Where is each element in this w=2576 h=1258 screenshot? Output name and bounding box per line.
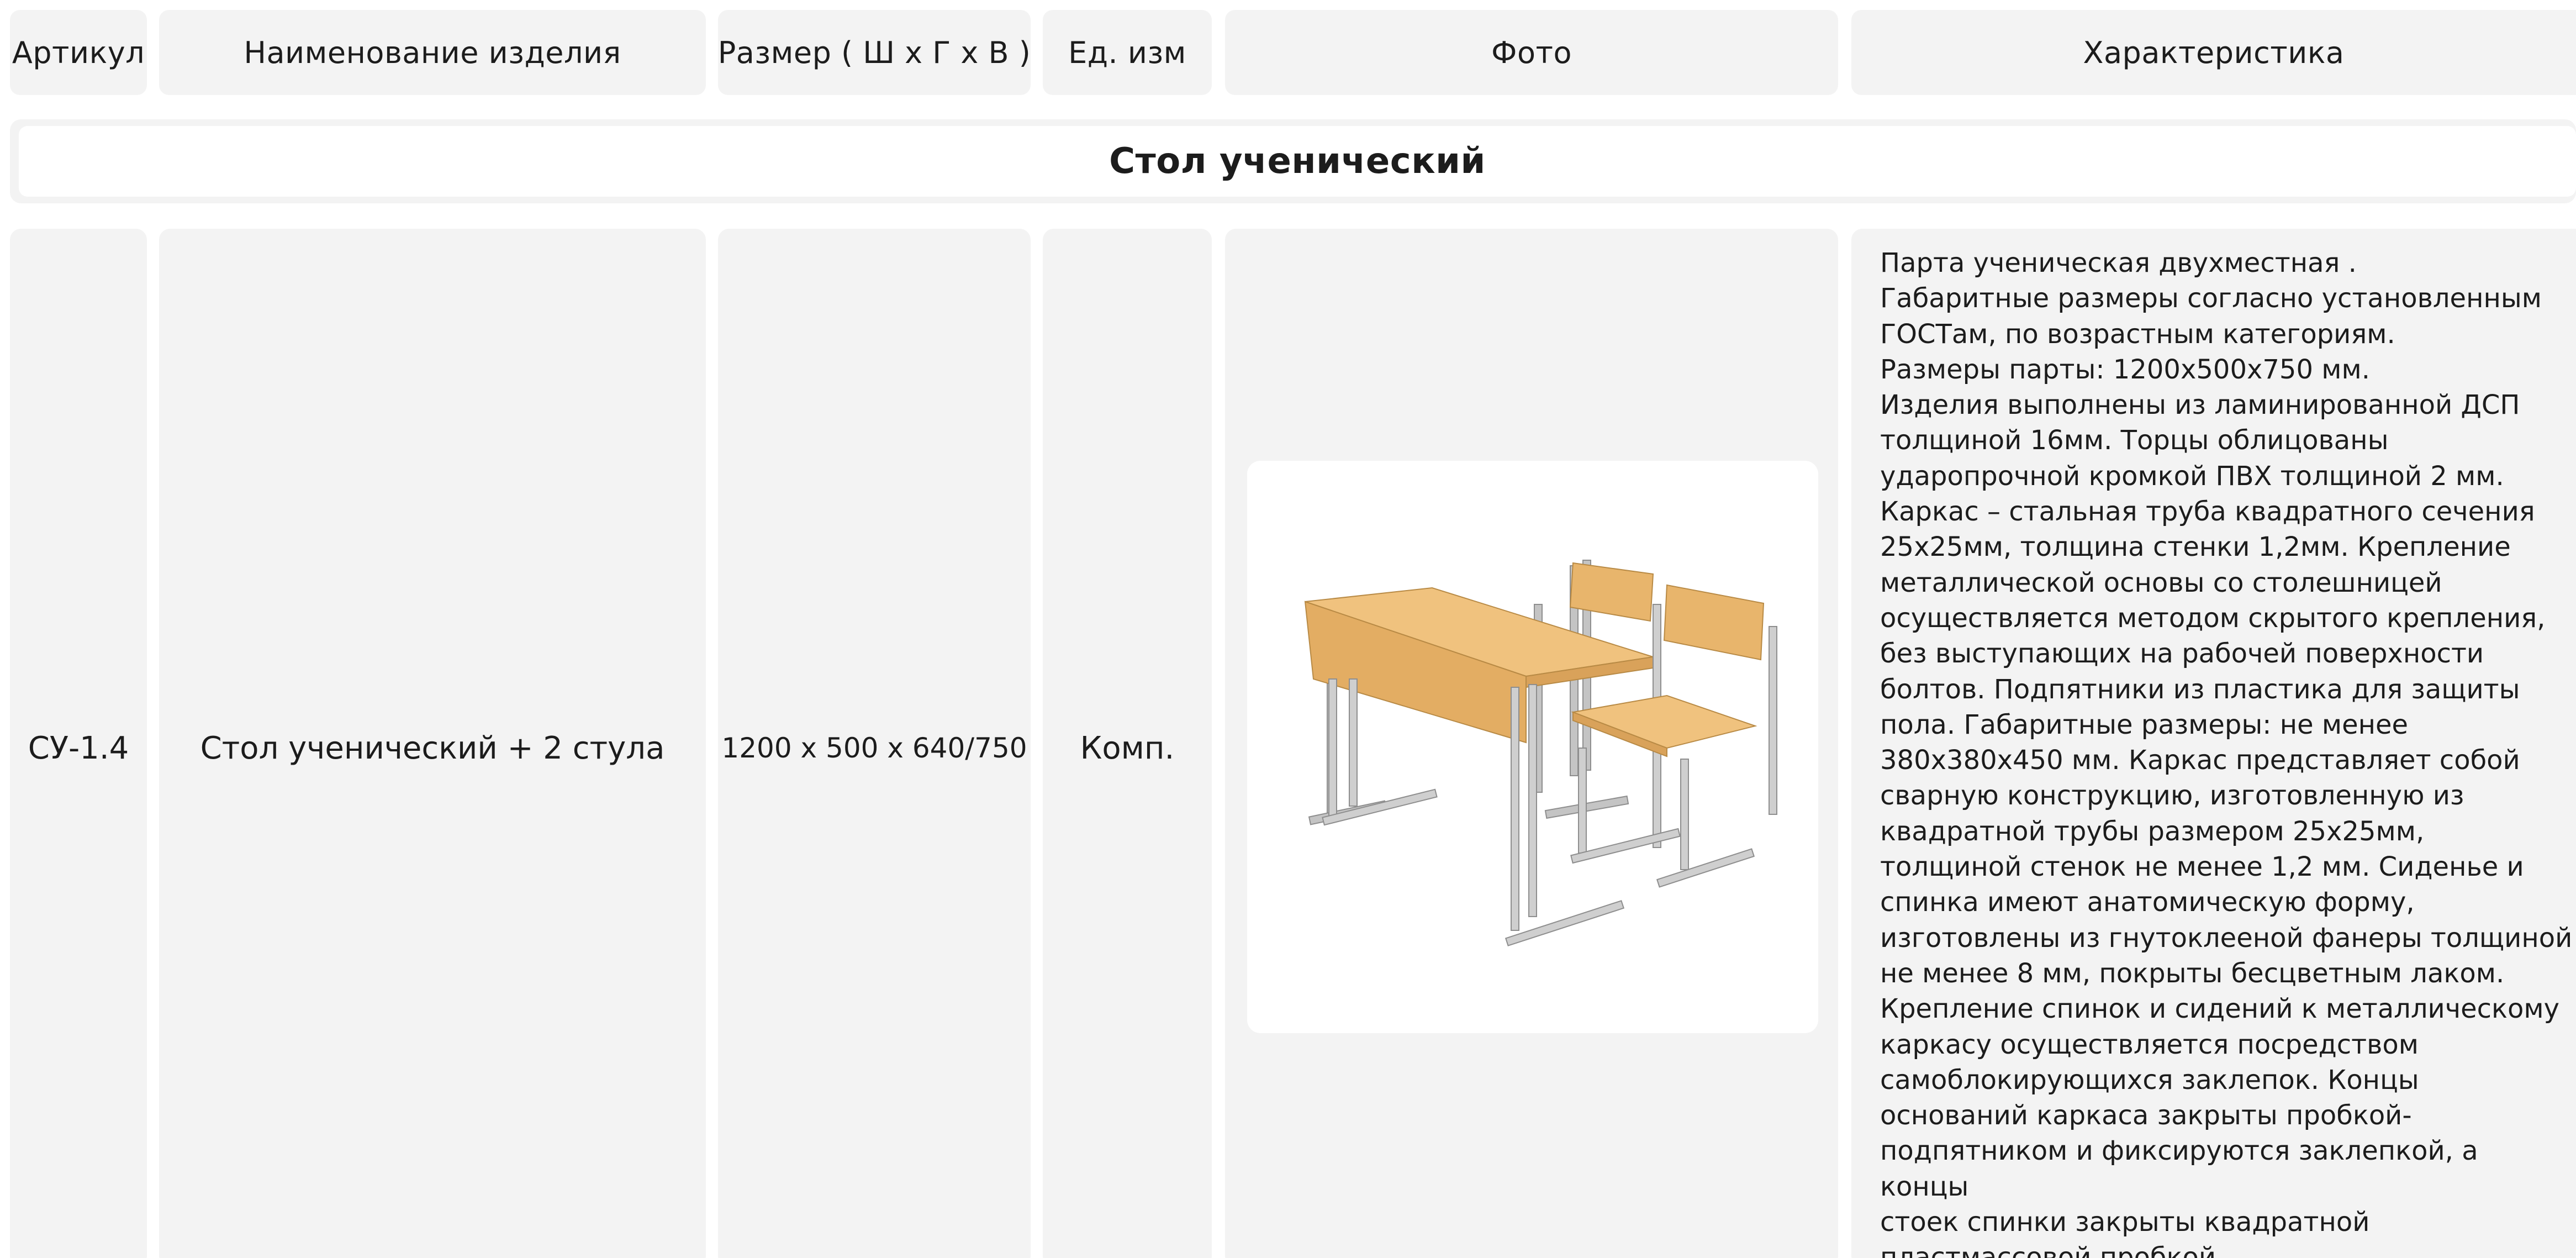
product-size: 1200 х 500 х 640/750: [721, 732, 1027, 764]
chair-back-icon: [1544, 560, 1654, 819]
header-characteristic: Характеристика: [1851, 10, 2576, 95]
header-unit-label: Ед. изм: [1068, 35, 1186, 70]
header-size-label: Размер ( Ш х Г х В ): [717, 35, 1031, 70]
header-name-label: Наименование изделия: [244, 35, 621, 70]
product-article: СУ-1.4: [28, 730, 129, 766]
section-title: Стол ученический: [1109, 141, 1486, 182]
header-article: Артикул: [10, 10, 147, 95]
section-title-box: Стол ученический: [19, 126, 2576, 197]
header-size: Размер ( Ш х Г х В ): [718, 10, 1031, 95]
product-unit: Комп.: [1080, 730, 1175, 766]
product-name: Стол ученический + 2 стула: [200, 730, 665, 766]
header-name: Наименование изделия: [159, 10, 706, 95]
chair-front-icon: [1570, 584, 1777, 888]
header-photo-label: Фото: [1491, 35, 1572, 70]
cell-size: 1200 х 500 х 640/750: [718, 229, 1031, 1258]
header-article-label: Артикул: [12, 35, 145, 70]
product-photo: [1247, 461, 1818, 1033]
header-characteristic-label: Характеристика: [2083, 35, 2345, 70]
product-table: Артикул Наименование изделия Размер ( Ш …: [0, 0, 2576, 1258]
cell-name: Стол ученический + 2 стула: [159, 229, 706, 1258]
header-unit: Ед. изм: [1043, 10, 1212, 95]
product-description: Парта ученическая двухместная . Габаритн…: [1880, 248, 2573, 1258]
header-photo: Фото: [1225, 10, 1838, 95]
cell-unit: Комп.: [1043, 229, 1212, 1258]
school-desk-illustration: [1304, 560, 1777, 946]
cell-article: СУ-1.4: [10, 229, 147, 1258]
